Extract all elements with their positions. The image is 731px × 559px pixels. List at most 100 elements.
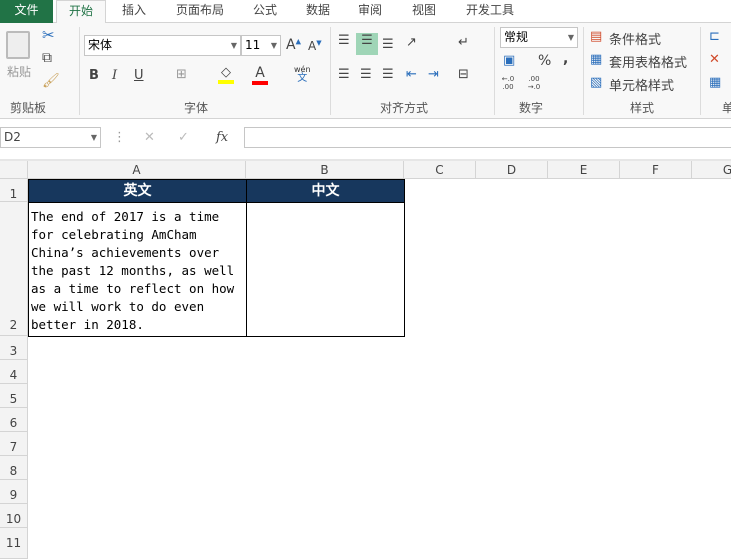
insert-function-button[interactable]: fx [216,130,228,145]
font-group-label: 字体 [184,101,209,115]
underline-button[interactable]: U [134,68,144,83]
font-size-value: 11 [245,38,261,52]
column-header[interactable]: G [692,161,731,179]
copy-icon[interactable]: ⧉ [42,50,52,66]
alignment-group-label: 对齐方式 [380,101,429,115]
paste-icon[interactable] [6,31,30,59]
row-header[interactable]: 1 [0,179,28,202]
number-format-select[interactable]: 常规 ▼ [500,27,578,48]
clipboard-group-label: 剪贴板 [10,101,47,115]
decrease-indent-icon[interactable]: ⇤ [406,67,417,82]
number-group-label: 数字 [519,101,544,115]
decrease-decimal-button[interactable]: .00 →.0 [526,75,542,91]
ribbon: 粘贴 ✂ ⧉ 🖌 剪贴板 宋体 ▼ 11 ▼ A▲ A▼ B I U ⊞ ◇ A w… [0,23,731,119]
format-painter-icon[interactable]: 🖌 [42,73,60,89]
merge-center-icon[interactable]: ⊟ [458,67,469,82]
increase-decimal-button[interactable]: ←.0 .00 [500,75,516,91]
row-header[interactable]: 9 [0,480,28,504]
font-name-select[interactable]: 宋体 ▼ [84,35,241,56]
comma-button[interactable]: , [563,51,568,67]
align-top-icon[interactable]: ☰ [338,33,350,48]
percent-button[interactable]: % [538,53,551,69]
tab-data[interactable]: 数据 [298,0,338,23]
font-color-label: A [255,65,265,81]
cell-A2[interactable]: The end of 2017 is a time for celebratin… [28,202,247,337]
font-size-select[interactable]: 11 ▼ [241,35,281,56]
border-icon[interactable]: ⊞ [176,67,187,82]
tab-page-layout[interactable]: 页面布局 [168,0,232,23]
column-header[interactable]: A [28,161,246,179]
phonetic-button[interactable]: wén 文 [294,65,311,84]
format-cells-icon[interactable]: ▦ [709,75,721,90]
divider [700,27,701,115]
orientation-icon[interactable]: ↗ [406,35,417,50]
cut-icon[interactable]: ✂ [42,26,55,44]
decrease-font-icon[interactable]: A▼ [308,39,322,53]
font-name-value: 宋体 [88,38,113,52]
paste-button[interactable]: 粘贴 [6,63,32,80]
align-right-icon[interactable]: ☰ [382,67,394,82]
styles-group-label: 样式 [630,101,655,115]
row-header[interactable]: 10 [0,504,28,528]
more-icon: ⋮ [113,130,126,145]
row-header[interactable]: 6 [0,408,28,432]
tab-view[interactable]: 视图 [404,0,444,23]
increase-indent-icon[interactable]: ⇥ [428,67,439,82]
number-format-value: 常规 [504,30,529,44]
font-color-button[interactable]: A [252,65,268,85]
cell-A1[interactable]: 英文 [28,179,247,203]
align-center-icon[interactable]: ☰ [360,67,372,82]
chevron-down-icon: ▼ [230,41,237,50]
format-as-table-button[interactable]: 套用表格格式 [609,52,687,71]
fill-color-icon[interactable]: ◇ [218,65,234,84]
align-left-icon[interactable]: ☰ [338,67,350,82]
cancel-icon[interactable]: ✕ [144,130,155,145]
table-format-icon: ▦ [590,52,603,67]
divider [494,27,495,115]
divider [583,27,584,115]
tab-insert[interactable]: 插入 [112,0,156,23]
tab-review[interactable]: 审阅 [350,0,390,23]
formula-input[interactable] [244,127,731,148]
row-header[interactable]: 5 [0,384,28,408]
delete-cells-icon[interactable]: ✕ [709,52,720,67]
row-header[interactable]: 11 [0,528,28,559]
currency-icon[interactable]: ▣ [503,53,515,68]
tab-formulas[interactable]: 公式 [245,0,285,23]
row-header[interactable]: 3 [0,336,28,360]
ribbon-tabs: 文件 开始 插入 页面布局 公式 数据 审阅 视图 开发工具 [0,0,731,24]
row-header[interactable]: 2 [0,202,28,336]
cells-group-label: 单 [722,101,731,115]
align-bottom-icon[interactable]: ☰ [382,37,394,52]
insert-cells-icon[interactable]: ⊏ [709,29,720,44]
enter-icon[interactable]: ✓ [178,130,189,145]
select-all-corner[interactable] [0,161,28,179]
column-header[interactable]: B [246,161,404,179]
conditional-format-button[interactable]: 条件格式 [609,29,661,48]
column-header[interactable]: E [548,161,620,179]
row-header[interactable]: 4 [0,360,28,384]
wrap-text-icon[interactable]: ↵ [458,35,469,50]
phonetic-bottom: 文 [297,73,308,84]
cell-B2[interactable] [246,202,405,337]
cell-B1[interactable]: 中文 [246,179,405,203]
divider [79,27,80,115]
row-header[interactable]: 7 [0,432,28,456]
align-middle-icon[interactable]: ☰ [356,33,378,55]
divider [330,27,331,115]
column-header[interactable]: C [404,161,476,179]
name-box[interactable]: D2 ▼ [0,127,101,148]
column-header[interactable]: F [620,161,692,179]
column-header[interactable]: D [476,161,548,179]
chevron-down-icon: ▼ [90,133,97,142]
bold-button[interactable]: B [89,68,99,83]
tab-developer[interactable]: 开发工具 [460,0,520,23]
row-header[interactable]: 8 [0,456,28,480]
cell-styles-button[interactable]: 单元格样式 [609,75,674,94]
cell-styles-icon: ▧ [590,75,603,90]
conditional-format-icon: ▤ [590,29,603,44]
tab-home[interactable]: 开始 [56,0,106,24]
tab-file[interactable]: 文件 [0,0,53,23]
increase-font-icon[interactable]: A▲ [286,37,301,53]
italic-button[interactable]: I [112,68,117,83]
